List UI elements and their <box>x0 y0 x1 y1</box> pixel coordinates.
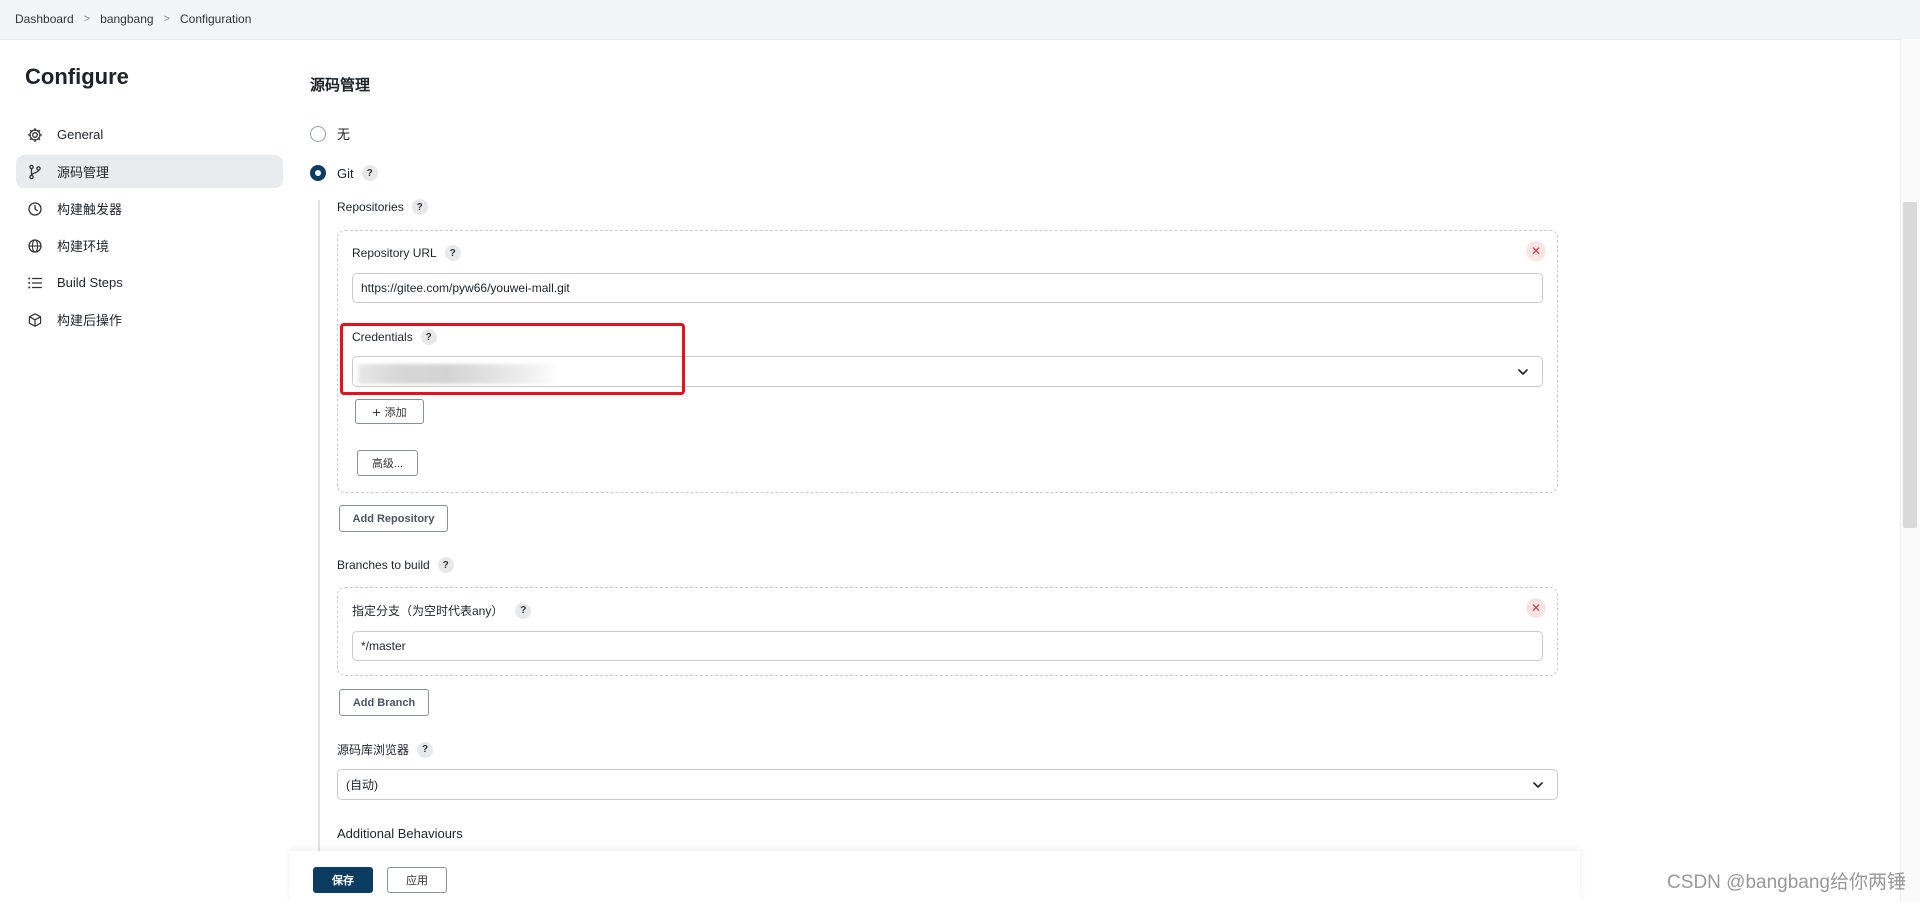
breadcrumb-configuration[interactable]: Configuration <box>180 12 251 26</box>
help-icon[interactable]: ? <box>411 199 428 215</box>
repo-browser-label-text: 源码库浏览器 <box>337 743 410 757</box>
sidebar-item-triggers[interactable]: 构建触发器 <box>16 192 283 225</box>
breadcrumb-separator: > <box>83 13 91 25</box>
sidebar-nav: General 源码管理 构建触发器 构建环境 Build Steps 构建后操… <box>16 118 283 340</box>
sidebar-item-post-build[interactable]: 构建后操作 <box>16 303 283 336</box>
help-icon[interactable]: ? <box>361 165 378 181</box>
radio-none[interactable] <box>310 125 326 142</box>
scrollbar-thumb[interactable] <box>1903 202 1917 528</box>
scm-section-title: 源码管理 <box>310 77 371 94</box>
credentials-label: Credentials ? <box>352 329 437 345</box>
save-button[interactable]: 保存 <box>313 867 373 893</box>
sidebar-item-label: General <box>57 127 104 142</box>
git-section-indent-line <box>318 200 320 902</box>
breadcrumb: Dashboard > bangbang > Configuration <box>15 12 251 26</box>
scm-option-none[interactable]: 无 <box>310 124 350 143</box>
globe-icon <box>27 238 43 254</box>
credentials-label-text: Credentials <box>352 330 413 344</box>
cube-icon <box>27 312 43 328</box>
sidebar-item-build-env[interactable]: 构建环境 <box>16 229 283 262</box>
redacted-credential-value <box>358 364 558 384</box>
branches-label-text: Branches to build <box>337 558 430 572</box>
repositories-label: Repositories ? <box>337 199 428 215</box>
radio-none-label: 无 <box>337 127 351 142</box>
sidebar-item-label: 构建后操作 <box>57 313 123 328</box>
advanced-button[interactable]: 高级... <box>357 450 418 476</box>
radio-git[interactable] <box>310 165 326 181</box>
breadcrumb-bar: Dashboard > bangbang > Configuration <box>0 0 1920 40</box>
git-branch-icon <box>27 164 43 180</box>
chevron-down-icon <box>1518 369 1528 375</box>
list-icon <box>27 275 43 291</box>
form-footer-bar <box>290 851 1580 902</box>
repositories-label-text: Repositories <box>337 200 404 214</box>
help-icon[interactable]: ? <box>420 329 437 345</box>
breadcrumb-dashboard[interactable]: Dashboard <box>15 12 74 26</box>
sidebar-item-label: 构建触发器 <box>57 202 123 217</box>
clock-icon <box>27 201 43 217</box>
radio-git-label: Git <box>337 165 354 181</box>
repository-url-label: Repository URL ? <box>352 245 461 261</box>
help-icon[interactable]: ? <box>417 741 434 758</box>
sidebar-item-general[interactable]: General <box>16 118 283 151</box>
help-icon[interactable]: ? <box>437 557 454 573</box>
chevron-down-icon <box>1533 782 1543 788</box>
additional-behaviours-label: Additional Behaviours <box>337 826 463 841</box>
add-branch-button[interactable]: Add Branch <box>339 689 429 716</box>
repo-browser-select[interactable]: (自动) <box>337 769 1558 800</box>
branch-specifier-label-text: 指定分支（为空时代表any） <box>352 604 504 618</box>
scm-option-git[interactable]: Git ? <box>310 165 378 181</box>
sidebar-item-build-steps[interactable]: Build Steps <box>16 266 283 299</box>
repository-url-label-text: Repository URL <box>352 246 437 260</box>
sidebar-title: Configure <box>25 64 129 89</box>
sidebar-item-label: 源码管理 <box>57 165 110 180</box>
apply-button[interactable]: 应用 <box>387 867 447 893</box>
add-credentials-button[interactable]: + 添加 <box>355 399 424 424</box>
repo-browser-value: (自动) <box>346 778 378 792</box>
branch-specifier-label: 指定分支（为空时代表any） ? <box>352 602 532 619</box>
gear-icon <box>27 127 43 143</box>
branch-specifier-input[interactable]: */master <box>352 631 1543 661</box>
remove-branch-icon[interactable]: ✕ <box>1526 598 1546 618</box>
help-icon[interactable]: ? <box>515 602 532 619</box>
sidebar-item-label: Build Steps <box>57 275 123 290</box>
remove-repository-icon[interactable]: ✕ <box>1526 241 1546 261</box>
breadcrumb-job[interactable]: bangbang <box>100 12 153 26</box>
help-icon[interactable]: ? <box>444 245 461 261</box>
add-repository-button[interactable]: Add Repository <box>339 505 448 532</box>
add-credentials-label: 添加 <box>384 406 407 419</box>
repository-url-input[interactable]: https://gitee.com/pyw66/youwei-mall.git <box>352 273 1543 303</box>
plus-icon: + <box>372 403 381 420</box>
repo-browser-label: 源码库浏览器 ? <box>337 741 434 758</box>
breadcrumb-separator: > <box>163 13 170 25</box>
branches-label: Branches to build ? <box>337 557 454 573</box>
sidebar-item-scm[interactable]: 源码管理 <box>16 155 283 188</box>
sidebar-item-label: 构建环境 <box>57 239 110 254</box>
watermark: CSDN @bangbang给你两锤 <box>1667 872 1906 893</box>
